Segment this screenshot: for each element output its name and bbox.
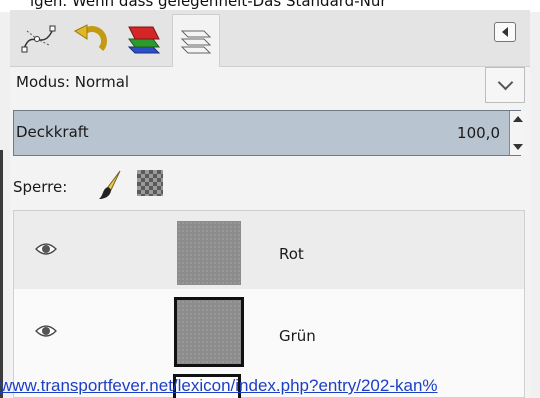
tab-menu-button[interactable] bbox=[494, 22, 516, 42]
lock-pixels-icon[interactable] bbox=[96, 169, 124, 201]
tab-undo-history[interactable] bbox=[68, 16, 114, 62]
left-border bbox=[0, 150, 3, 398]
undo-history-icon bbox=[74, 24, 108, 51]
layer-row[interactable]: Rot bbox=[14, 211, 524, 289]
lock-label: Sperre: bbox=[13, 178, 68, 196]
eye-icon[interactable] bbox=[34, 319, 58, 343]
layer-thumbnail[interactable] bbox=[177, 221, 241, 285]
channels-icon bbox=[127, 26, 161, 54]
tab-channels[interactable] bbox=[120, 16, 166, 62]
paths-icon bbox=[21, 25, 56, 53]
mode-label: Modus: Normal bbox=[16, 73, 130, 91]
layer-thumbnail[interactable] bbox=[174, 297, 244, 367]
eye-icon[interactable] bbox=[34, 237, 58, 261]
layer-list: Rot Grün bbox=[13, 210, 525, 398]
layer-name: Grün bbox=[279, 327, 316, 345]
dock-tabs bbox=[10, 10, 530, 67]
tab-layers[interactable] bbox=[172, 14, 220, 67]
opacity-slider[interactable] bbox=[13, 110, 521, 156]
layers-icon bbox=[180, 30, 212, 54]
chevron-down-icon bbox=[497, 74, 513, 91]
top-strip-text: igen. Wenn dass gelegenheit-Das Standard… bbox=[30, 0, 387, 10]
mode-dropdown[interactable] bbox=[485, 67, 525, 103]
spin-down-icon[interactable] bbox=[513, 144, 523, 150]
lock-alpha-icon[interactable] bbox=[137, 170, 163, 196]
spin-up-icon[interactable] bbox=[513, 116, 523, 122]
tab-paths[interactable] bbox=[16, 16, 62, 62]
opacity-label: Deckkraft bbox=[16, 123, 89, 141]
layer-name: Rot bbox=[279, 245, 304, 263]
triangle-left-icon bbox=[502, 27, 508, 37]
layer-row[interactable]: Grün bbox=[14, 293, 524, 371]
opacity-spinner[interactable] bbox=[509, 111, 526, 155]
opacity-value[interactable]: 100,0 bbox=[457, 124, 500, 142]
source-url-watermark: www.transportfever.net/lexicon/index.php… bbox=[0, 376, 438, 395]
